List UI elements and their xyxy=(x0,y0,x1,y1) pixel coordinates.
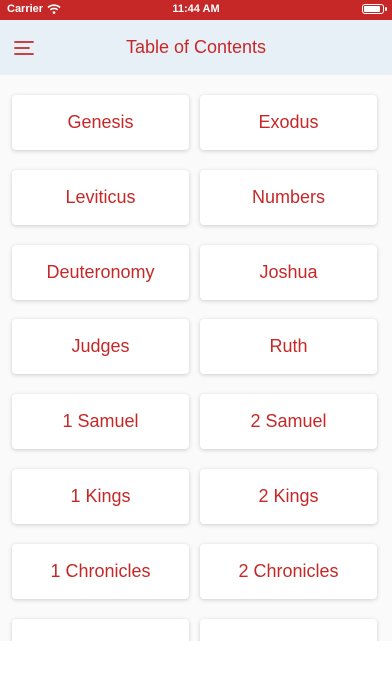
status-right xyxy=(362,4,387,14)
book-button[interactable]: Genesis xyxy=(12,95,189,150)
book-button[interactable]: Ruth xyxy=(200,319,377,375)
book-button[interactable]: Leviticus xyxy=(12,169,189,225)
book-button[interactable]: Exodus xyxy=(200,95,377,150)
book-button[interactable]: Deuteronomy xyxy=(12,244,189,300)
book-button[interactable]: Joshua xyxy=(200,244,377,300)
book-button[interactable]: Numbers xyxy=(200,169,377,225)
book-button[interactable]: 2 Kings xyxy=(200,469,377,524)
book-grid: Genesis Exodus Leviticus Numbers Deuteronomy… xyxy=(0,75,392,696)
status-time: 11:44 AM xyxy=(172,3,220,15)
book-button[interactable]: 2 Chronicles xyxy=(200,543,377,599)
book-button[interactable]: Judges xyxy=(12,319,189,375)
page-title: Table of Contents xyxy=(125,37,267,57)
book-button[interactable]: 1 Samuel xyxy=(12,394,189,450)
battery-icon xyxy=(362,4,387,14)
nav-bar: Table of Contents xyxy=(0,20,392,75)
battery-fill xyxy=(364,6,381,12)
status-bar: Carrier 11:44 AM xyxy=(0,0,392,20)
bottom-panel xyxy=(0,641,392,696)
book-button[interactable]: 1 Kings xyxy=(12,469,189,524)
book-button[interactable]: 1 Chronicles xyxy=(12,543,189,599)
book-button[interactable]: 2 Samuel xyxy=(200,394,377,450)
